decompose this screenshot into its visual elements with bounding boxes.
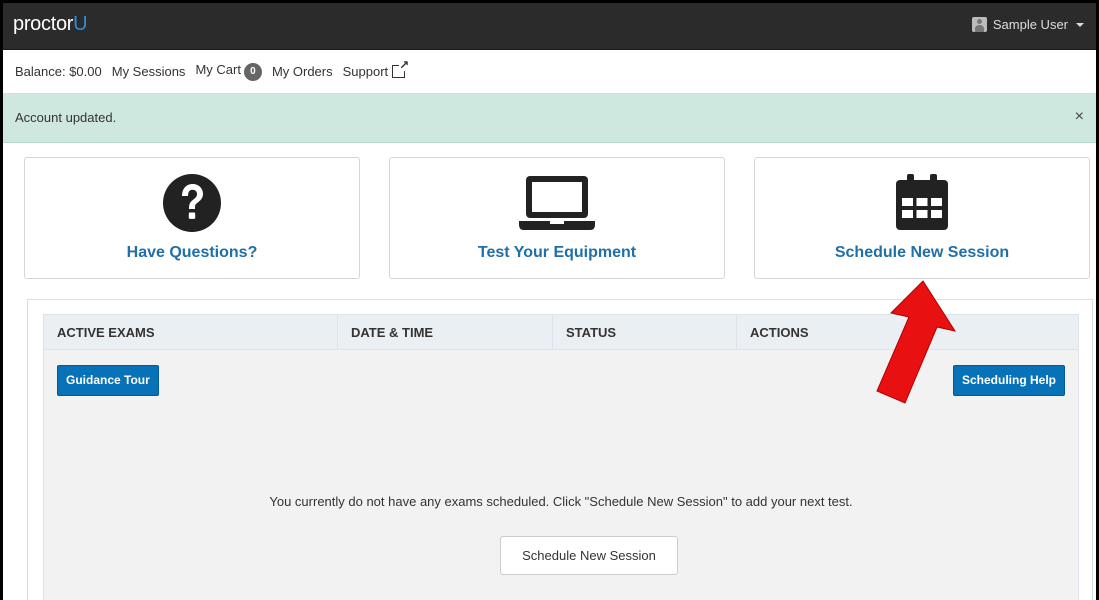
close-icon[interactable]: × (1075, 108, 1084, 126)
scheduling-help-button[interactable]: Scheduling Help (952, 365, 1065, 396)
proctoru-logo[interactable]: proctorU (13, 13, 88, 36)
laptop-icon (517, 172, 597, 237)
external-link-icon (392, 59, 410, 78)
table-header-row: ACTIVE EXAMS DATE & TIME STATUS ACTIONS (43, 314, 1079, 350)
top-navbar: proctorU Sample User (3, 3, 1096, 50)
card-label: Schedule New Session (834, 244, 1010, 261)
column-header-actions: ACTIONS (750, 325, 809, 340)
calendar-icon (892, 172, 952, 237)
schedule-new-session-button[interactable]: Schedule New Session (500, 536, 678, 575)
user-name: Sample User (992, 17, 1068, 32)
card-label: Test Your Equipment (477, 244, 637, 261)
support-link[interactable]: Support (342, 59, 410, 79)
table-body: Guidance Tour Scheduling Help You curren… (43, 350, 1079, 600)
app-frame: proctorU Sample User Balance: $0.00 My S… (0, 0, 1099, 600)
my-cart-link[interactable]: My Cart 0 (195, 62, 262, 81)
active-exams-panel: ACTIVE EXAMS DATE & TIME STATUS ACTIONS … (27, 299, 1093, 600)
my-sessions-link[interactable]: My Sessions (112, 64, 186, 79)
support-label: Support (342, 64, 389, 79)
user-avatar-icon (971, 17, 987, 32)
column-header-active-exams: ACTIVE EXAMS (44, 315, 338, 349)
logo-accent: U (73, 13, 88, 35)
secondary-nav: Balance: $0.00 My Sessions My Cart 0 My O… (3, 50, 1096, 94)
balance-link[interactable]: Balance: $0.00 (15, 64, 102, 79)
guidance-tour-button[interactable]: Guidance Tour (57, 365, 159, 396)
my-orders-link[interactable]: My Orders (272, 64, 333, 79)
user-menu[interactable]: Sample User (971, 17, 1084, 32)
column-header-status: STATUS (553, 315, 737, 349)
test-equipment-card[interactable]: Test Your Equipment (389, 157, 725, 279)
alert-message: Account updated. (15, 110, 117, 125)
question-circle-icon (161, 172, 223, 237)
my-cart-label: My Cart (195, 62, 241, 77)
schedule-new-session-card[interactable]: Schedule New Session (754, 157, 1090, 279)
chevron-down-icon (1076, 22, 1084, 27)
success-alert: Account updated. × (3, 94, 1096, 143)
logo-text: proctor (13, 13, 74, 35)
have-questions-card[interactable]: Have Questions? (24, 157, 360, 279)
cart-count-badge: 0 (243, 63, 262, 81)
card-label: Have Questions? (126, 244, 258, 261)
empty-state-message: You currently do not have any exams sche… (269, 494, 853, 509)
column-header-date-time: DATE & TIME (338, 315, 553, 349)
